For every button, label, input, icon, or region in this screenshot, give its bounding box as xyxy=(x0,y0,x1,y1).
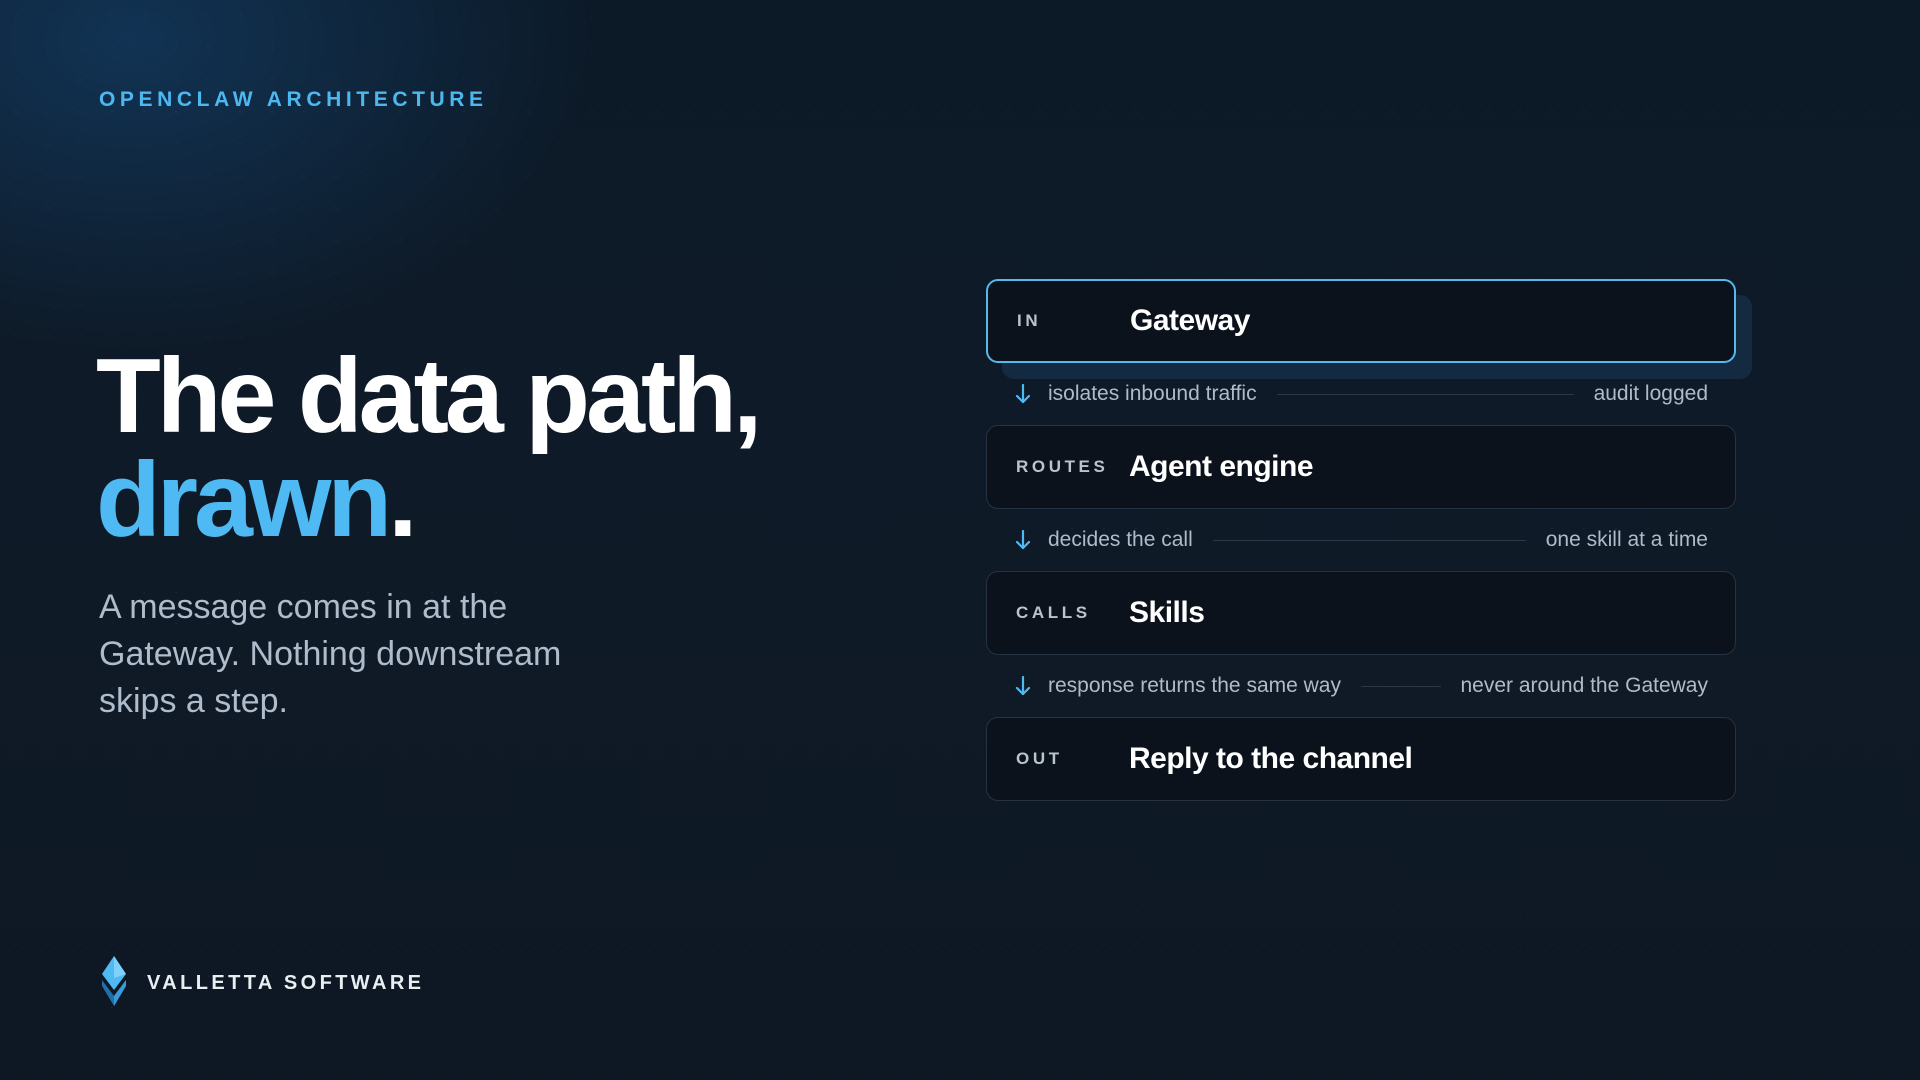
headline-accent-word: drawn xyxy=(96,441,392,559)
diamond-logo-icon xyxy=(99,956,129,1011)
brand-name: VALLETTA SOFTWARE xyxy=(147,972,425,994)
headline-line-2: drawn. xyxy=(96,447,759,553)
headline-line-1: The data path, xyxy=(96,337,763,455)
stage-tag: ROUTES xyxy=(1016,457,1109,476)
arrow-down-icon xyxy=(1015,383,1031,404)
stage-reply: OUT Reply to the channel xyxy=(986,717,1736,801)
stage-skills: CALLS Skills xyxy=(986,571,1736,655)
arrow-down-icon xyxy=(1015,675,1031,696)
lede-paragraph: A message comes in at the Gateway. Nothi… xyxy=(99,588,562,720)
eyebrow-label: OPENCLAW ARCHITECTURE xyxy=(99,88,488,111)
link-divider xyxy=(1276,393,1574,395)
stage-title: Reply to the channel xyxy=(1129,742,1413,775)
stage-title: Skills xyxy=(1129,596,1205,629)
stage-tag: CALLS xyxy=(1016,603,1091,622)
data-path-pipeline: IN Gateway isolates inbound traffic audi… xyxy=(986,279,1736,801)
stage-agent-engine: ROUTES Agent engine xyxy=(986,425,1736,509)
stage-gateway: IN Gateway xyxy=(986,279,1736,363)
headline-period: . xyxy=(388,441,418,559)
stage-link-3: response returns the same way never arou… xyxy=(986,655,1736,717)
link-note: never around the Gateway xyxy=(1460,674,1709,697)
link-note: one skill at a time xyxy=(1545,528,1708,551)
link-description: response returns the same way xyxy=(1048,674,1341,697)
link-description: isolates inbound traffic xyxy=(1048,382,1257,405)
headline: The data path, drawn. xyxy=(96,337,763,553)
link-divider xyxy=(1212,539,1526,541)
link-divider xyxy=(1360,685,1441,687)
link-description: decides the call xyxy=(1048,528,1193,551)
stage-link-1: isolates inbound traffic audit logged xyxy=(986,363,1736,425)
link-note: audit logged xyxy=(1593,382,1708,405)
stage-link-2: decides the call one skill at a time xyxy=(986,509,1736,571)
stage-title: Gateway xyxy=(1130,304,1250,337)
arrow-down-icon xyxy=(1015,529,1031,550)
stage-tag: IN xyxy=(1017,311,1042,330)
stage-tag: OUT xyxy=(1016,749,1063,768)
stage-title: Agent engine xyxy=(1129,450,1314,483)
brand-lockup: VALLETTA SOFTWARE xyxy=(99,956,424,1011)
